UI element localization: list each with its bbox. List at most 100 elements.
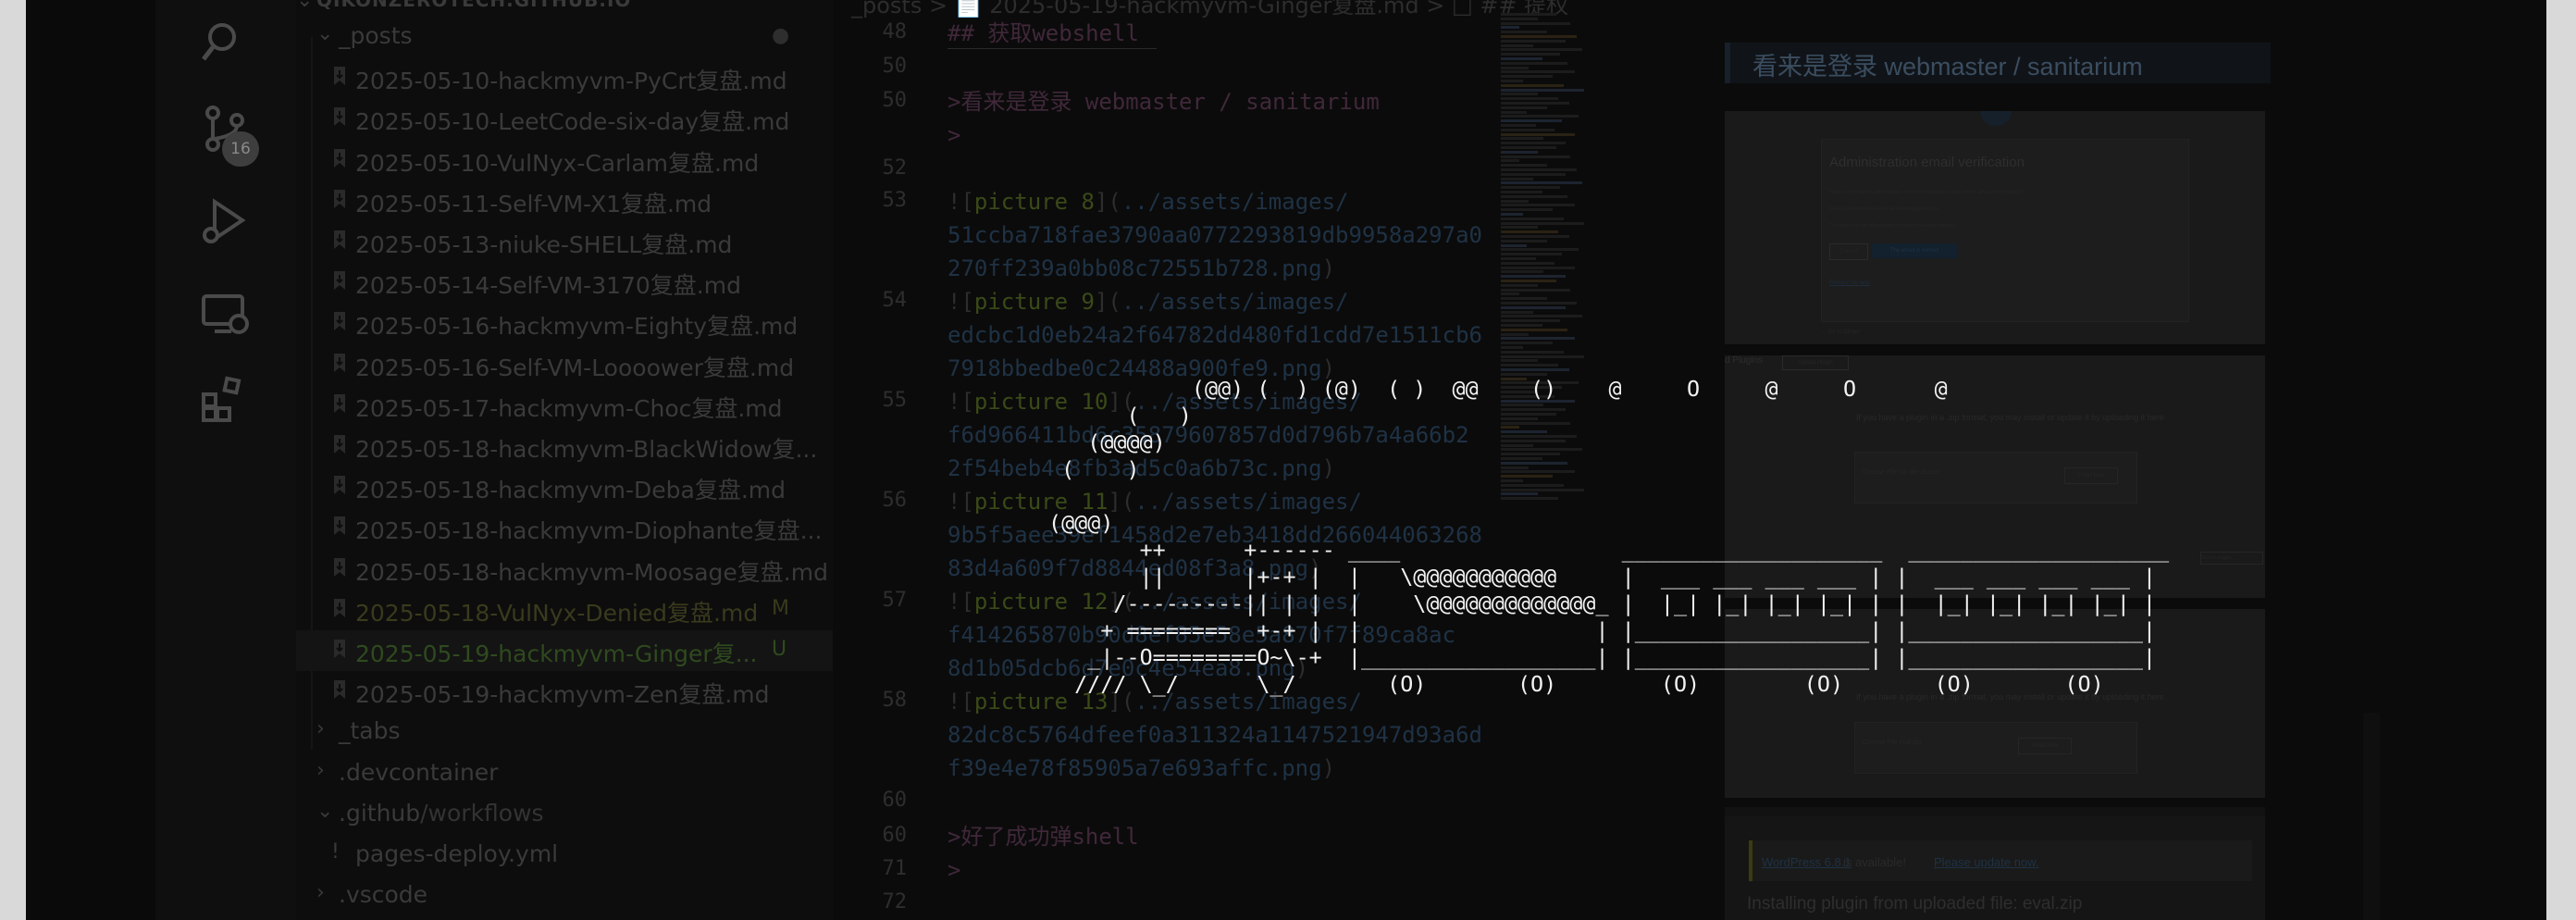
choose-file-button-2[interactable]: Choose File eval.zip bbox=[1863, 740, 1921, 746]
go-to-site-link[interactable]: ← Go to Ginger bbox=[1821, 329, 1860, 335]
minimap-line bbox=[1501, 288, 1570, 292]
minimap-line bbox=[1501, 150, 1538, 154]
line-number: 60 bbox=[882, 789, 908, 812]
install-now-button-2[interactable]: Install Now bbox=[2018, 738, 2072, 754]
explorer-file[interactable]: 2025-05-14-Self-VM-3170复盘.md bbox=[296, 262, 833, 303]
code-line[interactable]: > bbox=[947, 853, 960, 887]
explorer-file[interactable]: 2025-05-16-hackmyvm-Eighty复盘.md bbox=[296, 303, 833, 343]
update-now-link[interactable]: Please update now. bbox=[1934, 855, 2038, 869]
code-line[interactable]: 51ccba718fae3790aa0772293819db9958a297a0 bbox=[947, 218, 1482, 252]
code-line[interactable]: ![picture 9](../assets/images/ bbox=[947, 285, 1349, 318]
markdown-file-icon bbox=[331, 556, 348, 578]
code-line[interactable]: >好了成功弹shell bbox=[947, 820, 1139, 853]
correct-button[interactable]: Correct bbox=[1829, 243, 1868, 260]
markdown-file-icon bbox=[331, 229, 348, 251]
minimap-line bbox=[1501, 146, 1556, 149]
vertical-scrollbar[interactable] bbox=[2363, 713, 2380, 920]
wordpress-logo-icon bbox=[1980, 111, 2012, 126]
extensions-icon[interactable] bbox=[200, 374, 250, 424]
wordpress-version-link[interactable]: WordPress 6.8.1 bbox=[1762, 855, 1852, 869]
code-line[interactable]: ![picture 8](../assets/images/ bbox=[947, 185, 1349, 218]
explorer-file[interactable]: 2025-05-10-hackmyvm-PyCrt复盘.md bbox=[296, 57, 833, 98]
preview-image-4: WordPress 6.8.1 is available! Please upd… bbox=[1725, 807, 2265, 920]
remind-later-link[interactable]: Remind me later bbox=[1829, 280, 1870, 286]
minimap-line bbox=[1501, 132, 1575, 136]
minimap-line bbox=[1501, 364, 1558, 367]
minimap-line bbox=[1501, 142, 1566, 145]
explorer-file[interactable]: ! pages-deploy.yml bbox=[296, 835, 833, 876]
code-line[interactable]: ## 获取webshell bbox=[947, 17, 1139, 50]
explorer-file[interactable]: 2025-05-10-VulNyx-Carlam复盘.md bbox=[296, 140, 833, 180]
explorer-file[interactable]: 2025-05-18-hackmyvm-Moosage复盘.md bbox=[296, 549, 833, 590]
explorer-folder[interactable]: ›assets● bbox=[296, 916, 833, 920]
minimap-line bbox=[1501, 57, 1542, 60]
explorer-folder[interactable]: › .vscode bbox=[296, 876, 833, 916]
minimap-line bbox=[1501, 97, 1558, 101]
explorer-file[interactable]: 2025-05-16-Self-VM-Loooower复盘.md bbox=[296, 344, 833, 385]
run-debug-icon[interactable] bbox=[200, 196, 250, 246]
minimap-line bbox=[1501, 217, 1564, 220]
explorer-file[interactable]: 2025-05-13-niuke-SHELL复盘.md bbox=[296, 221, 833, 262]
explorer-file[interactable]: 2025-05-19-hackmyvm-Zen复盘.md bbox=[296, 671, 833, 712]
explorer-sidebar: ⌄ QIKONZEROTECH.GITHUB.IO ⌄ _posts ● 2025-0… bbox=[296, 0, 833, 920]
markdown-file-icon bbox=[331, 65, 348, 87]
minimap-line bbox=[1501, 119, 1562, 123]
code-line[interactable]: f39e4e78f85905a7e693affc.png) bbox=[947, 752, 1335, 785]
git-status-badge: ● bbox=[772, 24, 790, 47]
plugins-heading: d Plugins bbox=[1725, 355, 1764, 366]
minimap-line bbox=[1501, 70, 1575, 74]
minimap-line bbox=[1501, 324, 1542, 327]
minimap-line bbox=[1501, 186, 1560, 190]
explorer-item-label: .vscode bbox=[339, 881, 428, 909]
minimap-line bbox=[1501, 66, 1529, 69]
explorer-folder[interactable]: ⌄ .github/workflows bbox=[296, 794, 833, 835]
explorer-file[interactable]: 2025-05-18-hackmyvm-Deba复盘.md bbox=[296, 466, 833, 507]
browser-toolbar bbox=[1725, 807, 2265, 816]
update-notice: WordPress 6.8.1 is available! Please upd… bbox=[1749, 840, 2252, 881]
minimap-line bbox=[1501, 248, 1579, 252]
chevron-down-icon: ⌄ bbox=[316, 22, 334, 45]
explorer-folder[interactable]: › .devcontainer bbox=[296, 753, 833, 794]
minimap-line bbox=[1501, 319, 1560, 323]
code-line[interactable]: 270ff239a0bb08c72551b728.png) bbox=[947, 252, 1335, 285]
explorer-file[interactable]: 2025-05-17-hackmyvm-Choc复盘.md bbox=[296, 385, 833, 426]
explorer-file[interactable]: 2025-05-19-hackmyvm-Ginger复... U bbox=[296, 630, 833, 671]
preview-heading: 看来是登录 webmaster / sanitarium bbox=[1725, 43, 2271, 83]
explorer-file[interactable]: 2025-05-18-hackmyvm-BlackWidow复... bbox=[296, 426, 833, 466]
explorer-item-label: .devcontainer bbox=[339, 758, 499, 786]
chevron-down-icon: ⌄ bbox=[296, 0, 314, 12]
chevron-right-icon: › bbox=[316, 881, 325, 905]
minimap-line bbox=[1501, 61, 1567, 65]
explorer-folder[interactable]: › _tabs bbox=[296, 712, 833, 752]
minimap-line bbox=[1501, 280, 1556, 282]
explorer-file[interactable]: 2025-05-18-VulNyx-Denied复盘.md M bbox=[296, 590, 833, 630]
preview-heading-text: 看来是登录 webmaster / sanitarium bbox=[1752, 53, 2143, 81]
markdown-file-icon bbox=[331, 678, 348, 701]
search-icon[interactable] bbox=[200, 17, 250, 67]
explorer-folder[interactable]: ⌄ _posts ● bbox=[296, 17, 833, 57]
upload-plugin-tab[interactable]: Upload Plugin bbox=[1782, 355, 1849, 370]
minimap-line bbox=[1501, 305, 1566, 309]
explorer-file[interactable]: 2025-05-18-hackmyvm-Diophante复盘... bbox=[296, 507, 833, 548]
verification-line-1: Please verify that the administration em… bbox=[1829, 190, 2024, 195]
code-line[interactable]: >看来是登录 webmaster / sanitarium bbox=[947, 85, 1380, 118]
minimap-line bbox=[1501, 266, 1575, 269]
code-line[interactable]: > bbox=[947, 118, 960, 152]
line-number: 72 bbox=[882, 890, 908, 914]
explorer-file[interactable]: 2025-05-10-LeetCode-six-day复盘.md bbox=[296, 98, 833, 139]
code-line[interactable]: 82dc8c5764dfeef0a311324a1147521947d93a6d bbox=[947, 718, 1482, 752]
minimap-line bbox=[1501, 337, 1575, 341]
explorer-file[interactable]: 2025-05-11-Self-VM-X1复盘.md bbox=[296, 180, 833, 221]
minimap-line bbox=[1501, 17, 1538, 20]
explorer-item-label: 2025-05-16-Self-VM-Loooower复盘.md bbox=[355, 354, 795, 381]
remote-explorer-icon[interactable] bbox=[200, 289, 250, 339]
search-plugins-input[interactable]: Search plugins... bbox=[2200, 552, 2263, 565]
email-correct-button[interactable]: The email is correct bbox=[1872, 243, 1957, 258]
markdown-file-icon bbox=[331, 433, 348, 455]
chevron-right-icon: › bbox=[316, 758, 325, 782]
line-number: 52 bbox=[882, 156, 908, 180]
minimap-line bbox=[1501, 164, 1547, 168]
minimap-line bbox=[1501, 310, 1533, 314]
markdown-file-icon bbox=[331, 597, 348, 619]
code-line[interactable]: edcbc1d0eb24a2f64782dd480fd1cdd7e1511cb6 bbox=[947, 318, 1482, 352]
